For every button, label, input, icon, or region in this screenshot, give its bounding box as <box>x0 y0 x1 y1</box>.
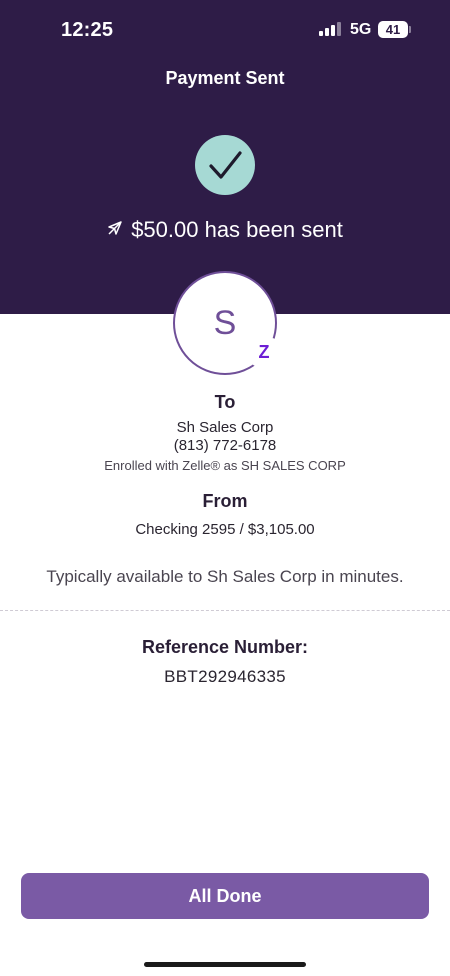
checkmark-icon <box>195 135 255 195</box>
recipient-phone: (813) 772-6178 <box>173 437 277 454</box>
page-title: Payment Sent <box>165 68 285 88</box>
all-done-button[interactable]: All Done <box>21 873 429 919</box>
reference-number: BBT292946335 <box>164 667 286 686</box>
divider <box>0 610 450 611</box>
battery-icon: 41 <box>378 21 408 38</box>
to-label: To <box>214 392 236 412</box>
sent-confirmation: $50.00 has been sent <box>0 217 450 244</box>
from-label: From <box>202 491 248 511</box>
zelle-icon: Z <box>252 338 276 366</box>
home-indicator[interactable] <box>144 962 306 967</box>
status-time: 12:25 <box>61 19 114 41</box>
sent-amount-text: $50.00 has been sent <box>131 217 343 242</box>
signal-icon <box>319 22 341 36</box>
send-arrow-icon <box>107 216 123 242</box>
enrolled-note: Enrolled with Zelle® as SH SALES CORP <box>104 458 346 473</box>
battery-nub <box>409 26 411 33</box>
battery-level: 41 <box>385 22 401 37</box>
network-label: 5G <box>350 21 372 38</box>
availability-note: Typically available to Sh Sales Corp in … <box>46 567 404 586</box>
reference-label: Reference Number: <box>141 637 309 657</box>
recipient-name: Sh Sales Corp <box>176 419 274 436</box>
from-account: Checking 2595 / $3,105.00 <box>135 521 315 538</box>
status-bar: 12:25 5G 41 <box>0 0 450 60</box>
